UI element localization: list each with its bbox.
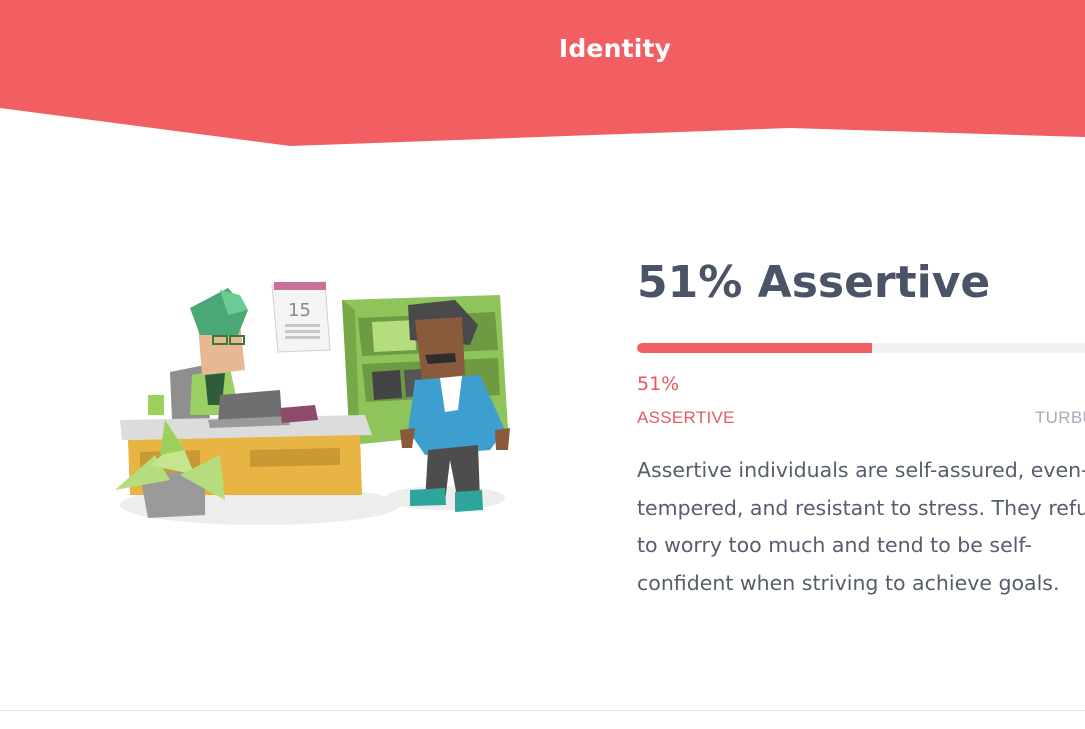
assertive-label: ASSERTIVE <box>637 408 735 427</box>
description-line: to worry too much and tend to be self- <box>637 533 1032 557</box>
description-line: confident when striving to achieve goals… <box>637 570 1060 595</box>
section-title: Identity <box>558 34 672 63</box>
page: Identity 15 51% Assertive 51% ASSERTIVE … <box>0 0 1085 729</box>
office-scene-illustration: 15 <box>110 280 520 540</box>
trait-progress-fill <box>637 343 872 353</box>
trait-percent-label: 51% <box>637 373 680 395</box>
calendar-day: 15 <box>288 300 311 321</box>
trait-headline: 51% Assertive <box>637 257 991 308</box>
description-line: Assertive individuals are self-assured, … <box>637 458 1085 482</box>
trait-scale-labels: ASSERTIVE TURBU <box>637 408 1085 430</box>
trait-progress-bar <box>637 343 1085 353</box>
header-banner: Identity <box>0 0 1085 150</box>
turbulent-label: TURBU <box>1035 408 1085 427</box>
description-line: tempered, and resistant to stress. They … <box>637 495 1085 520</box>
trait-description: Assertive individuals are self-assured, … <box>637 452 1085 602</box>
trait-content: 51% Assertive 51% ASSERTIVE TURBU Assert… <box>637 250 1085 602</box>
banner-wave-shape <box>0 0 1085 146</box>
section-divider <box>0 710 1085 711</box>
